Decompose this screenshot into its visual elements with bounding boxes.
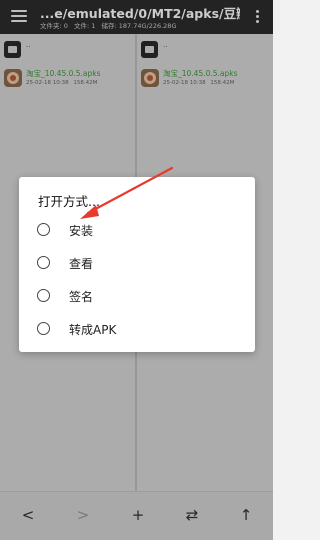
option-sign[interactable]: 签名 [19,280,255,313]
option-label: 查看 [69,257,94,271]
option-view[interactable]: 查看 [19,247,255,280]
open-with-dialog: 打开方式... 安装 查看 签名 转成APK [19,177,255,352]
option-install[interactable]: 安装 [19,214,255,247]
radio-icon[interactable] [37,289,50,302]
radio-icon[interactable] [37,322,50,335]
radio-icon[interactable] [37,223,50,236]
option-label: 转成APK [69,323,117,337]
option-label: 签名 [69,290,94,304]
radio-icon[interactable] [37,256,50,269]
option-label: 安装 [69,224,94,238]
dialog-title: 打开方式... [38,194,100,209]
option-convert-apk[interactable]: 转成APK [19,313,255,346]
